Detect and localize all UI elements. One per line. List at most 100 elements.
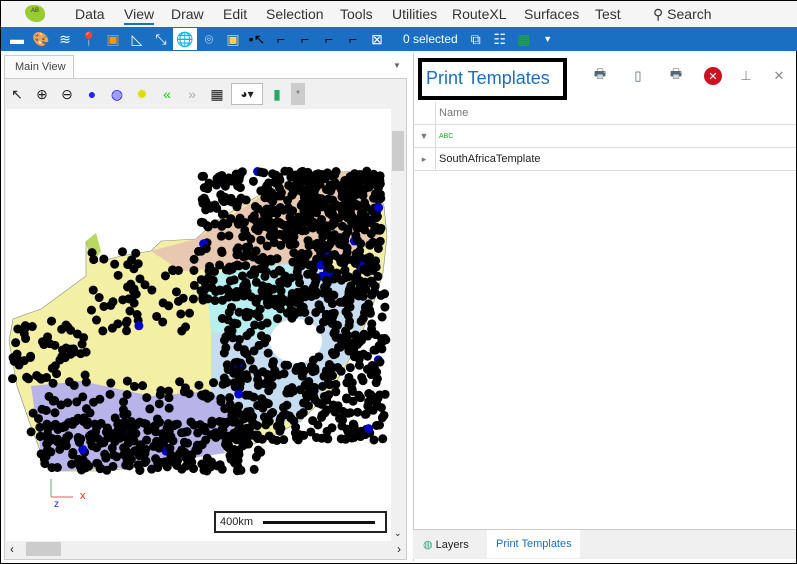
select-line-icon[interactable]: ⌐	[269, 28, 293, 50]
menu-data[interactable]: Data	[75, 6, 105, 22]
map-point	[85, 431, 95, 441]
attribute-table-icon[interactable]: ☷	[488, 28, 512, 50]
map-point	[131, 248, 141, 258]
map-point	[175, 377, 185, 387]
map-point	[256, 167, 266, 177]
pointer-icon[interactable]: ↖	[6, 83, 28, 105]
menu-edit[interactable]: Edit	[223, 6, 247, 22]
vertical-scrollbar[interactable]: ⌄	[391, 109, 405, 541]
column-header-name[interactable]: Name	[436, 102, 468, 124]
map-point	[257, 264, 267, 274]
map-point	[282, 226, 292, 236]
app-logo[interactable]: AB	[25, 5, 45, 22]
axes-icon[interactable]: ⤡	[149, 28, 173, 50]
excel-export-icon[interactable]: ▦	[512, 28, 536, 50]
globe-full-extent-icon[interactable]: ●	[81, 83, 103, 105]
map-point	[338, 240, 348, 250]
map-point	[164, 403, 174, 413]
map-point	[244, 242, 254, 252]
map-point	[93, 434, 103, 444]
bookmark-icon[interactable]: ▮	[266, 83, 288, 105]
map-point	[21, 334, 31, 344]
search-icon: ⚲	[653, 6, 664, 22]
delete-icon[interactable]: ✕	[704, 67, 722, 85]
expand-icon[interactable]: ▸	[413, 148, 436, 170]
menu-utilities[interactable]: Utilities	[392, 6, 437, 22]
open-folder-icon[interactable]: ▬	[5, 28, 29, 50]
search-button[interactable]: ⚲ Search	[653, 6, 712, 23]
menu-surfaces[interactable]: Surfaces	[524, 6, 579, 22]
previous-extent-icon[interactable]: «	[156, 83, 178, 105]
menu-test[interactable]: Test	[595, 6, 621, 22]
next-extent-icon[interactable]: »	[181, 83, 203, 105]
map-point	[372, 212, 382, 222]
filter-row: ▼ ABC	[413, 125, 796, 148]
filter-input[interactable]: ABC	[436, 125, 453, 147]
frame-icon[interactable]: ▣	[221, 28, 245, 50]
map-pin-icon[interactable]: ⌾	[197, 28, 221, 50]
google-maps-icon[interactable]: 📍	[77, 28, 101, 50]
menu-view[interactable]: View	[124, 6, 155, 25]
zoom-out-icon[interactable]: ⊖	[56, 83, 78, 105]
tab-main-view[interactable]: Main View	[4, 55, 74, 79]
palette-icon[interactable]: 🎨	[29, 28, 53, 50]
map-point	[260, 271, 270, 281]
map-point	[275, 426, 285, 436]
layers-icon[interactable]: ≋	[53, 28, 77, 50]
menu-draw[interactable]: Draw	[171, 6, 204, 22]
map-point	[162, 462, 172, 472]
grid-icon[interactable]: ▦	[206, 83, 228, 105]
map-point	[310, 366, 320, 376]
map-point	[371, 330, 381, 340]
tab-print-templates[interactable]: Print Templates	[487, 530, 580, 558]
map-point	[222, 378, 232, 388]
map-point	[130, 446, 140, 456]
map-point	[234, 445, 244, 455]
ruler-icon[interactable]: ◺	[125, 28, 149, 50]
map-point	[105, 428, 115, 438]
horizontal-scrollbar[interactable]: ‹ ›	[6, 541, 401, 557]
select-point-icon[interactable]: •↖	[245, 28, 269, 50]
bottom-tabs: ◍ Layers Print Templates	[413, 529, 796, 559]
map-point	[350, 169, 360, 179]
map-point	[377, 312, 387, 322]
print-icon[interactable]: 🖶	[591, 66, 609, 85]
new-template-icon[interactable]: ▯	[629, 67, 647, 85]
map-point	[233, 219, 243, 229]
menu-routexl[interactable]: RouteXL	[452, 6, 506, 22]
search-label: Search	[667, 6, 712, 22]
globe-zoom-icon[interactable]: ◍	[106, 83, 128, 105]
map-point	[171, 287, 181, 297]
map-canvas[interactable]	[6, 109, 391, 541]
clear-selection-icon[interactable]: ⊠	[365, 28, 389, 50]
map-point	[35, 422, 45, 432]
globe-icon[interactable]: 🌐	[173, 28, 197, 50]
close-icon[interactable]: ✕	[770, 67, 788, 85]
select-polygon-icon[interactable]: ⌐	[293, 28, 317, 50]
menu-tools[interactable]: Tools	[340, 6, 373, 22]
map-point	[316, 223, 326, 233]
menu-selection[interactable]: Selection	[266, 6, 324, 22]
map-point	[131, 420, 141, 430]
tab-layers[interactable]: ◍ Layers	[423, 530, 486, 558]
print-preview-icon[interactable]: 🖶	[667, 66, 685, 85]
toolbar-overflow-icon[interactable]: ▼	[536, 28, 560, 50]
theme-dropdown-icon[interactable]: ◕▾	[231, 83, 263, 105]
pin-tab[interactable]: *	[291, 83, 305, 105]
zoom-selection-icon[interactable]: ⧉	[464, 28, 488, 50]
map-point	[154, 399, 164, 409]
map-point	[35, 431, 45, 441]
select-area-icon[interactable]: ⌐	[317, 28, 341, 50]
bing-icon[interactable]: ▣	[101, 28, 125, 50]
map-point	[272, 218, 282, 228]
select-box-icon[interactable]: ⌐	[341, 28, 365, 50]
map-point	[216, 231, 226, 241]
pin-icon[interactable]: ⊥	[737, 67, 755, 85]
map-point	[100, 449, 110, 459]
zoom-in-icon[interactable]: ⊕	[31, 83, 53, 105]
map-point	[229, 275, 239, 285]
map-point	[251, 277, 261, 287]
settings-gear-icon[interactable]: ✹	[131, 83, 153, 105]
table-row[interactable]: ▸ SouthAfricaTemplate	[413, 148, 796, 171]
tab-dropdown-icon[interactable]: ▼	[393, 61, 401, 70]
